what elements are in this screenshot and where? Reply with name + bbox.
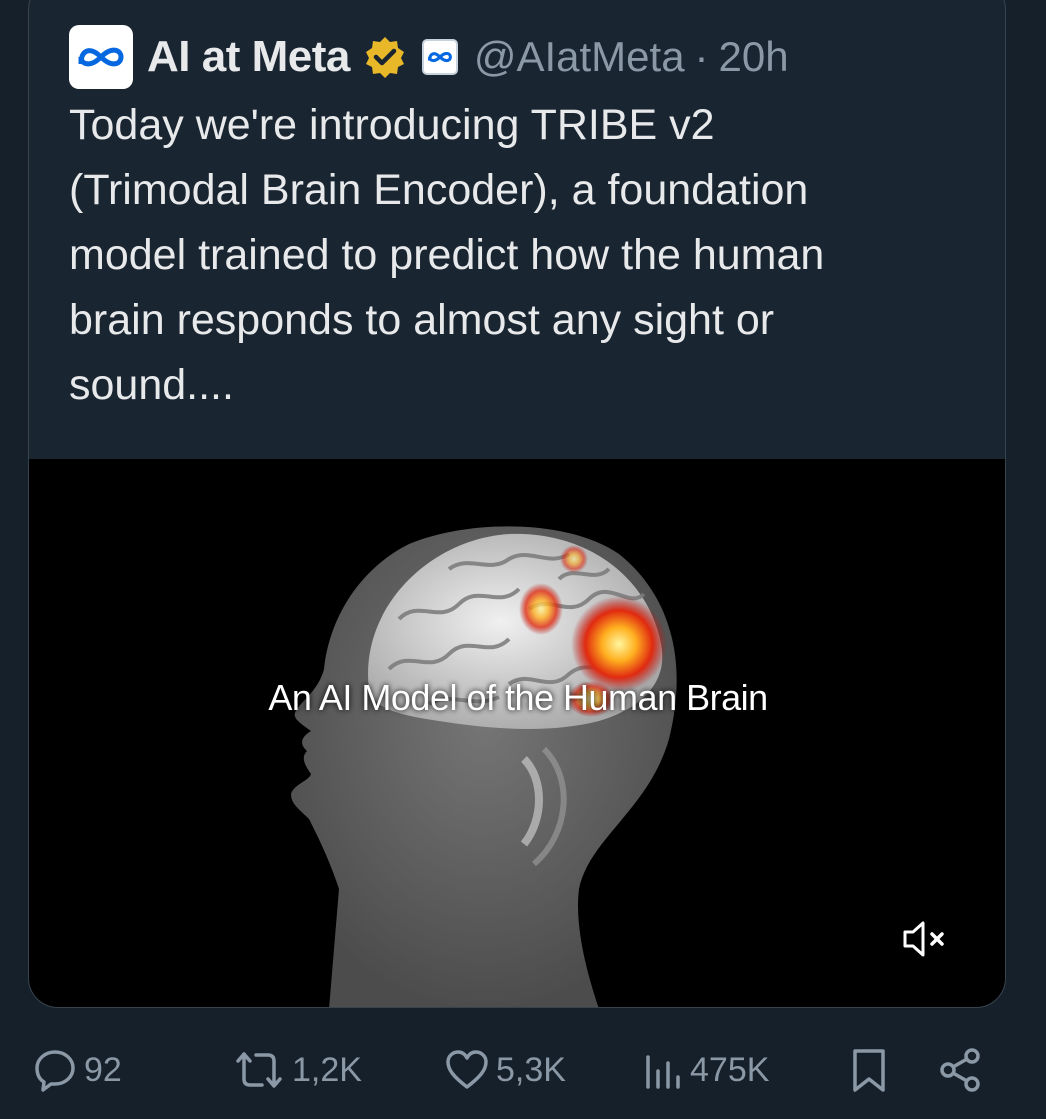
views-bars-icon xyxy=(646,1055,680,1089)
video-caption: An AI Model of the Human Brain xyxy=(268,677,768,718)
reply-button[interactable]: 92 xyxy=(32,1040,122,1100)
meta-logo-icon xyxy=(78,47,124,67)
author-avatar[interactable] xyxy=(69,25,133,89)
separator-dot: · xyxy=(694,33,709,80)
author-handle[interactable]: @AIatMeta xyxy=(474,33,685,81)
repost-count: 1,2K xyxy=(292,1050,362,1089)
brain-head-illustration xyxy=(291,526,677,1007)
meta-affiliation-icon[interactable] xyxy=(421,39,458,75)
repost-icon xyxy=(236,1052,282,1088)
tweet-action-bar: 92 1,2K 5,3K 475K xyxy=(0,1040,1046,1100)
repost-button[interactable]: 1,2K xyxy=(232,1040,362,1100)
reply-bubble-icon xyxy=(35,1050,75,1092)
bookmark-button[interactable] xyxy=(848,1040,890,1100)
views-button[interactable]: 475K xyxy=(640,1040,769,1100)
views-count: 475K xyxy=(690,1050,770,1089)
tweet-text: Today we're introducing TRIBE v2 (Trimod… xyxy=(69,101,825,409)
tweet-card[interactable]: AI at Meta @AIatMeta · 20h Today we're i… xyxy=(28,0,1006,1008)
bookmark-icon xyxy=(853,1049,885,1092)
tweet-timestamp[interactable]: 20h xyxy=(719,33,789,81)
share-icon xyxy=(940,1048,980,1092)
like-button[interactable]: 5,3K xyxy=(444,1040,566,1100)
author-name[interactable]: AI at Meta xyxy=(147,32,350,82)
heart-icon xyxy=(446,1050,488,1089)
share-button[interactable] xyxy=(936,1040,984,1100)
video-player[interactable]: An AI Model of the Human Brain xyxy=(29,459,1005,1007)
verified-badge-icon[interactable] xyxy=(362,34,408,80)
like-count: 5,3K xyxy=(496,1050,566,1089)
volume-muted-icon[interactable] xyxy=(899,917,951,961)
reply-count: 92 xyxy=(84,1050,122,1089)
tweet-header: AI at Meta @AIatMeta · 20h xyxy=(69,25,789,89)
